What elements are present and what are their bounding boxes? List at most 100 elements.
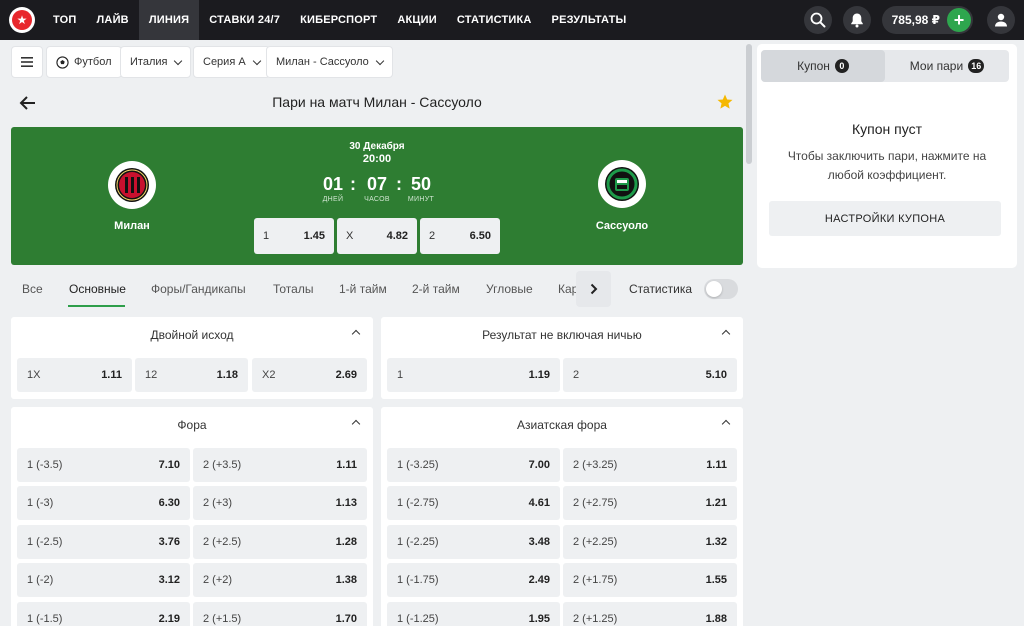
tab-my-bets-label: Мои пари [909,59,964,73]
odd-button[interactable]: 1 (-3) 6.30 [17,486,190,520]
market-title: Результат не включая ничью [482,328,642,342]
coupon-empty-title: Купон пуст [852,121,922,137]
odd-button[interactable]: X2 2.69 [252,358,367,392]
odd-value: 7.00 [528,459,550,471]
deposit-plus-icon[interactable]: + [947,8,971,32]
market-tabs: Все Основные Форы/Гандикапы Тоталы 1-й т… [11,270,611,310]
tab-first-half[interactable]: 1-й тайм [339,282,387,296]
menu-button[interactable] [11,46,43,78]
odd-value: 4.82 [386,230,408,242]
balance-widget[interactable]: 785,98 ₽ + [881,6,973,34]
odd-value: 2.19 [158,613,180,625]
league-filter[interactable]: Серия А [193,46,270,78]
odd-button[interactable]: 2 (+3.5) 1.11 [193,448,367,482]
profile-button[interactable] [987,6,1015,34]
odd-button[interactable]: 2 5.10 [563,358,737,392]
market-double-chance: Двойной исход 1X 1.11 12 1.18 X2 2.69 [11,317,373,399]
country-filter-label: Италия [130,56,168,68]
odd-label: 1 [263,230,270,242]
odd-button[interactable]: 1 (-2.5) 3.76 [17,525,190,559]
statistics-toggle[interactable] [704,279,738,299]
odd-button[interactable]: 12 1.18 [135,358,248,392]
odd-button[interactable]: 1 (-2.75) 4.61 [387,486,560,520]
odd-value: 3.12 [158,574,180,586]
odd-label: 2 (+3) [203,497,233,509]
match-banner: Милан Сассуоло 30 Декабря 20:00 01 : 07 … [11,127,743,265]
odd-button[interactable]: 2 (+1.5) 1.70 [193,602,367,626]
nav-item-top[interactable]: ТОП [43,0,87,40]
odd-label: 2 (+2.75) [573,497,618,509]
odd-button[interactable]: 1 1.19 [387,358,560,392]
odd-button[interactable]: 1X 1.11 [17,358,132,392]
odd-label: 1 (-1.25) [397,613,439,625]
odd-away-win[interactable]: 2 6.50 [420,218,500,254]
odd-value: 1.13 [335,497,357,509]
tab-totals[interactable]: Тоталы [273,282,313,296]
odd-button[interactable]: 1 (-3.5) 7.10 [17,448,190,482]
odd-label: 1X [27,369,41,381]
tab-my-bets[interactable]: Мои пари 16 [885,50,1009,82]
odd-draw[interactable]: X 4.82 [337,218,417,254]
page-title: Пари на матч Милан - Сассуоло [272,94,482,110]
brand-logo[interactable]: ★ [9,7,35,33]
odd-button[interactable]: 2 (+2.5) 1.28 [193,525,367,559]
search-button[interactable] [803,6,832,34]
odd-value: 2.69 [335,369,357,381]
odd-label: X2 [262,369,276,381]
odd-button[interactable]: 2 (+2.75) 1.21 [563,486,737,520]
nav-item-live[interactable]: ЛАЙВ [87,0,139,40]
tab-all[interactable]: Все [22,282,43,296]
tab-handicaps[interactable]: Форы/Гандикапы [151,282,246,296]
coupon-settings-button[interactable]: НАСТРОЙКИ КУПОНА [769,201,1001,236]
tab-main[interactable]: Основные [69,282,126,296]
odd-button[interactable]: 1 (-2.25) 3.48 [387,525,560,559]
countdown-minutes: 50 [410,174,432,194]
active-tab-indicator [68,305,125,307]
notifications-button[interactable] [842,6,871,34]
nav-item-promos[interactable]: АКЦИИ [387,0,447,40]
top-navigation: ★ ТОП ЛАЙВ ЛИНИЯ СТАВКИ 24/7 КИБЕРСПОРТ … [0,0,1024,40]
odd-button[interactable]: 2 (+3.25) 1.11 [563,448,737,482]
odd-button[interactable]: 2 (+3) 1.13 [193,486,367,520]
odd-button[interactable]: 2 (+2.25) 1.32 [563,525,737,559]
tab-second-half[interactable]: 2-й тайм [412,282,460,296]
odd-button[interactable]: 1 (-1.75) 2.49 [387,563,560,597]
odd-value: 1.38 [335,574,357,586]
away-team-name: Сассуоло [595,220,649,232]
tab-corners[interactable]: Угловые [486,282,533,296]
tab-coupon-label: Купон [797,59,830,73]
away-team-logo [598,160,646,208]
odd-value: 4.61 [528,497,550,509]
nav-item-bets-247[interactable]: СТАВКИ 24/7 [199,0,290,40]
odd-button[interactable]: 2 (+1.75) 1.55 [563,563,737,597]
odd-value: 1.18 [216,369,238,381]
odd-label: 1 (-1.5) [27,613,63,625]
odd-home-win[interactable]: 1 1.45 [254,218,334,254]
odd-button[interactable]: 1 (-1.25) 1.95 [387,602,560,626]
match-filter-label: Милан - Сассуоло [276,56,369,68]
nav-item-line[interactable]: ЛИНИЯ [138,0,200,40]
odd-button[interactable]: 2 (+1.25) 1.88 [563,602,737,626]
main-scrollbar[interactable] [746,44,752,164]
odd-value: 1.11 [706,459,727,471]
match-filter[interactable]: Милан - Сассуоло [266,46,393,78]
odd-label: 1 (-3) [27,497,54,509]
tabs-scroll-right-button[interactable] [576,271,611,307]
odd-button[interactable]: 1 (-3.25) 7.00 [387,448,560,482]
home-team-logo [108,161,156,209]
odd-label: 2 [429,230,436,242]
odd-label: 2 (+3.25) [573,459,618,471]
odd-label: X [346,230,354,242]
odd-value: 1.32 [705,536,727,548]
odd-button[interactable]: 1 (-2) 3.12 [17,563,190,597]
nav-item-results[interactable]: РЕЗУЛЬТАТЫ [542,0,637,40]
tab-coupon[interactable]: Купон 0 [761,50,885,82]
favorite-star-icon[interactable] [716,93,734,111]
nav-item-esports[interactable]: КИБЕРСПОРТ [290,0,387,40]
sport-filter[interactable]: Футбол [46,46,122,78]
odd-label: 1 (-2.75) [397,497,439,509]
odd-button[interactable]: 1 (-1.5) 2.19 [17,602,190,626]
country-filter[interactable]: Италия [120,46,192,78]
nav-item-statistics[interactable]: СТАТИСТИКА [447,0,542,40]
odd-button[interactable]: 2 (+2) 1.38 [193,563,367,597]
